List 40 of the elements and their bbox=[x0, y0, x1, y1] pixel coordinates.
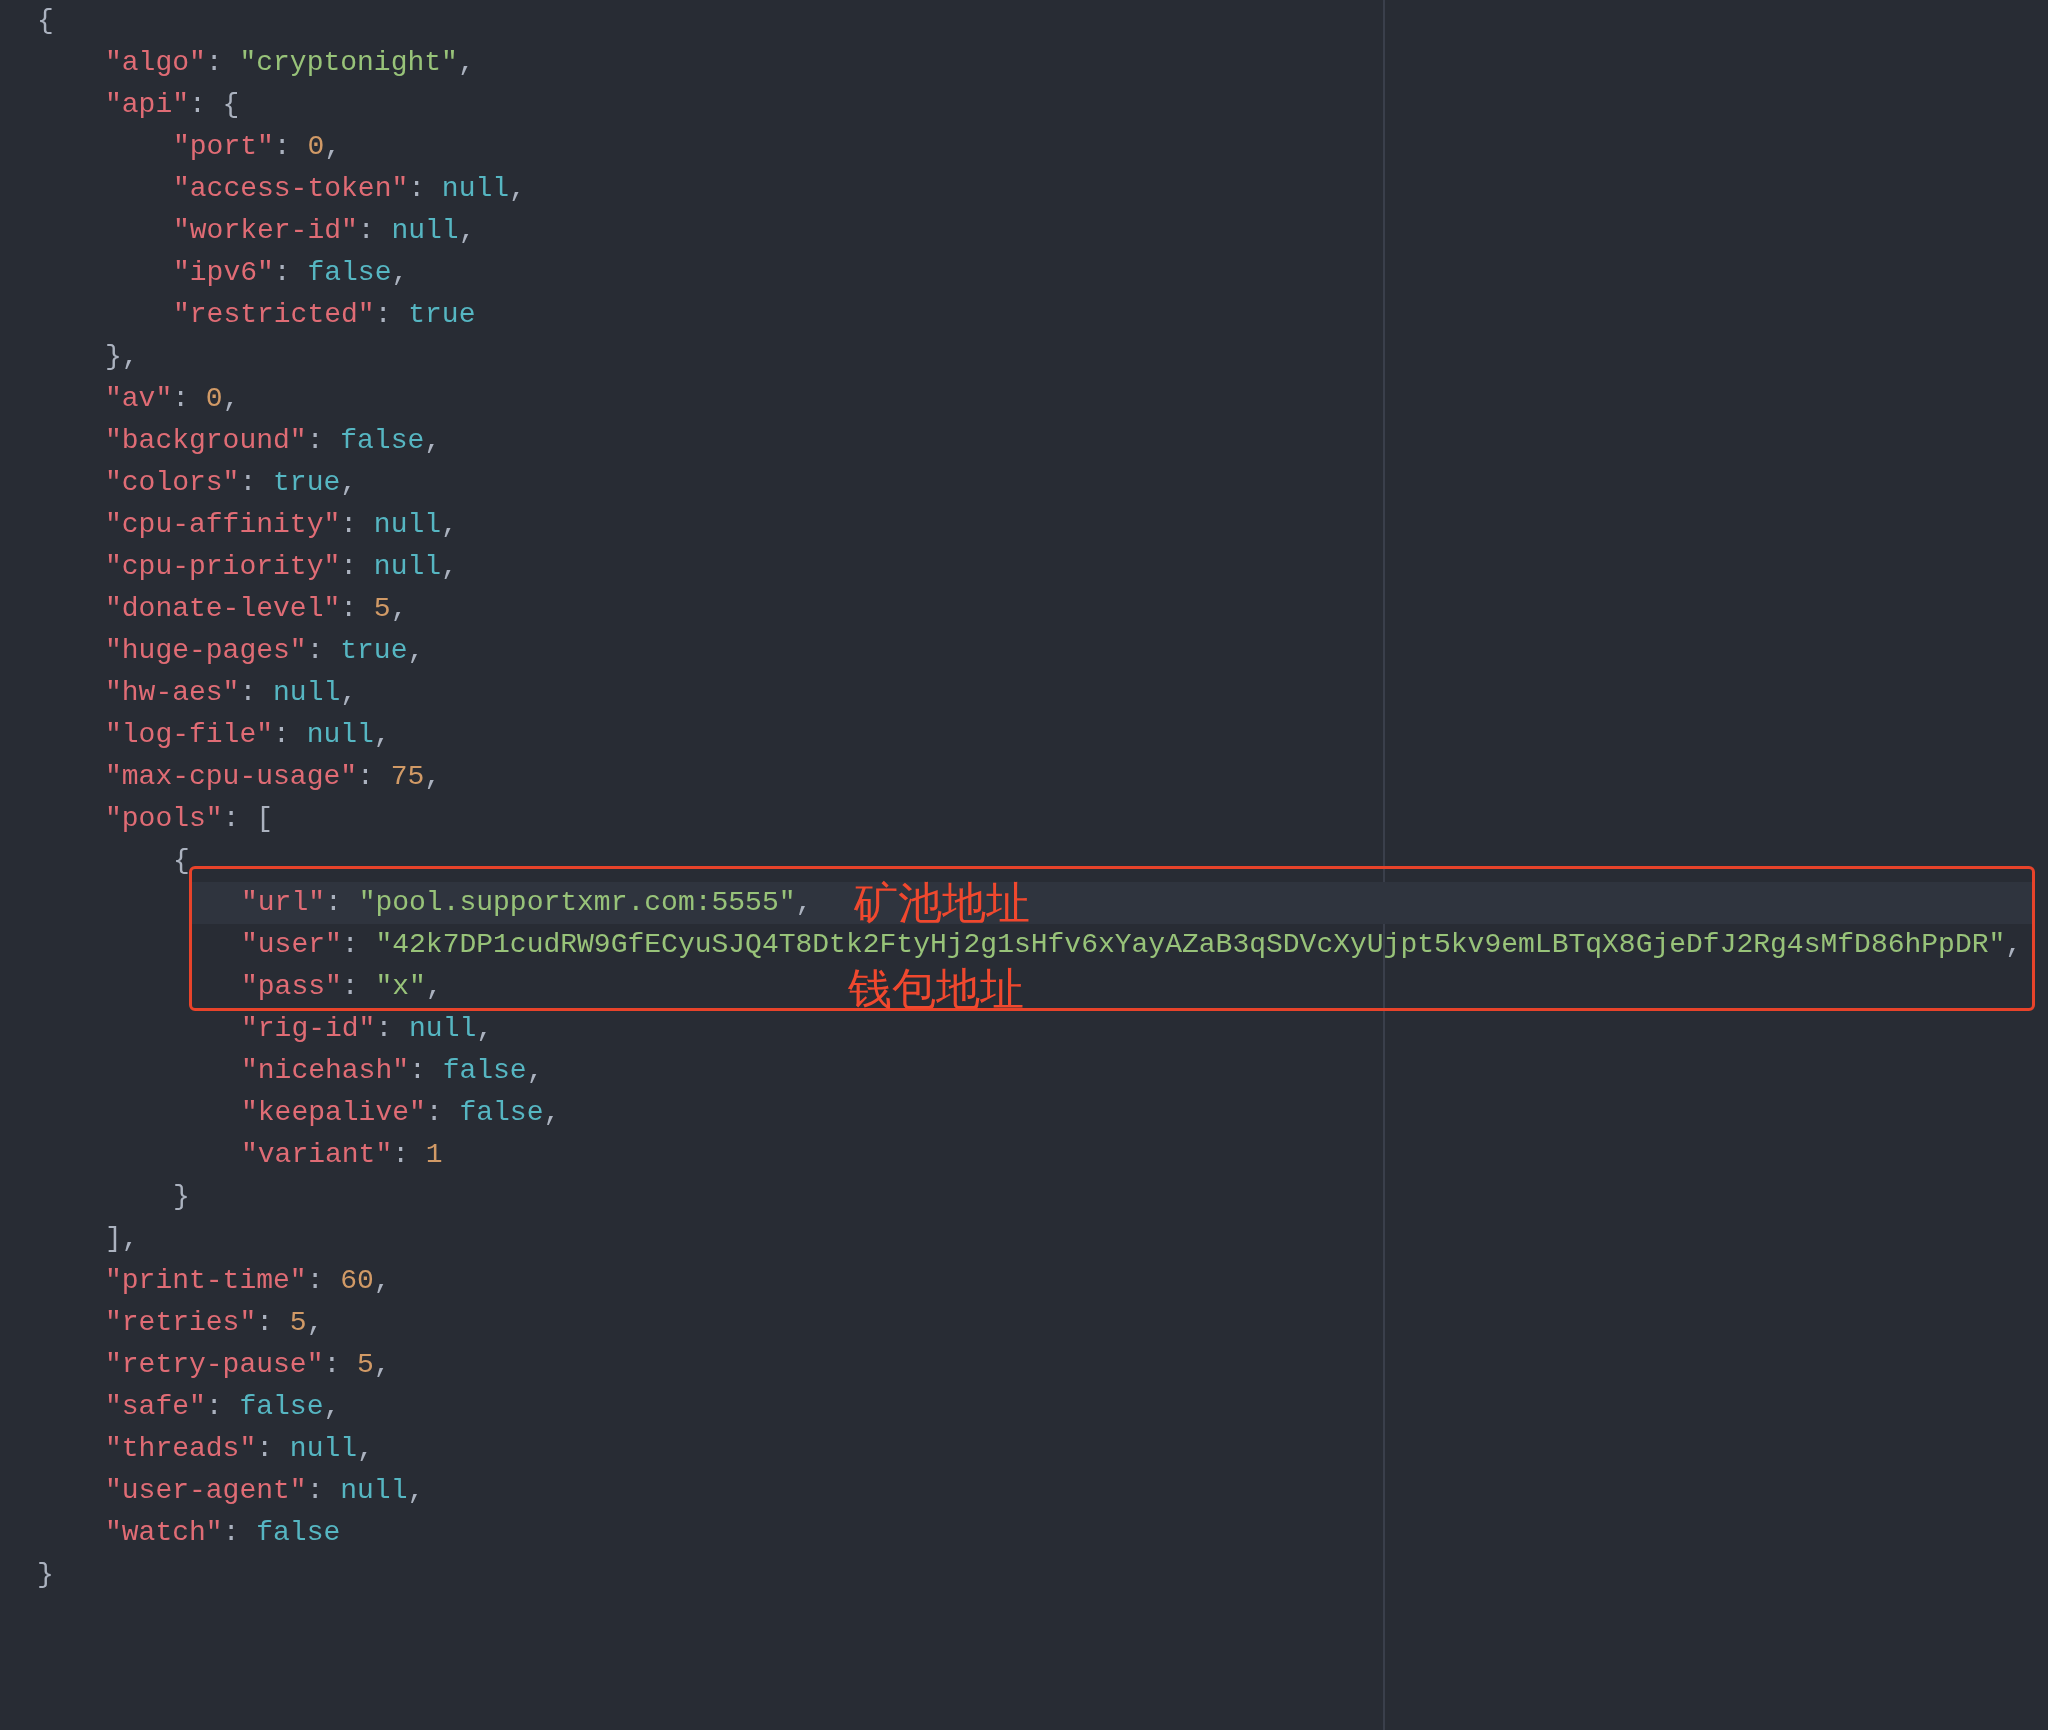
code-line: "restricted": true bbox=[172, 298, 477, 332]
annotation-label: 矿池地址 bbox=[854, 878, 1030, 928]
code-line: "nicehash": false, bbox=[240, 1054, 545, 1088]
code-line: { bbox=[172, 844, 191, 878]
code-line: "ipv6": false, bbox=[172, 256, 410, 290]
code-line: "cpu-affinity": null, bbox=[104, 508, 459, 542]
code-line: "background": false, bbox=[104, 424, 443, 458]
code-line: "retry-pause": 5, bbox=[104, 1348, 392, 1382]
code-line: "keepalive": false, bbox=[240, 1096, 562, 1130]
code-line: "hw-aes": null, bbox=[104, 676, 359, 710]
annotation-label: 钱包地址 bbox=[848, 964, 1024, 1014]
code-line: "threads": null, bbox=[104, 1432, 375, 1466]
code-line: "worker-id": null, bbox=[172, 214, 477, 248]
code-line: "cpu-priority": null, bbox=[104, 550, 459, 584]
code-line: "algo": "cryptonight", bbox=[104, 46, 476, 80]
code-line: } bbox=[172, 1180, 191, 1214]
code-line: }, bbox=[104, 340, 140, 374]
code-line: "safe": false, bbox=[104, 1390, 342, 1424]
code-line: "rig-id": null, bbox=[240, 1012, 495, 1046]
code-line: "donate-level": 5, bbox=[104, 592, 409, 626]
code-line: "url": "pool.supportxmr.com:5555", bbox=[241, 886, 813, 920]
code-line: "log-file": null, bbox=[104, 718, 392, 752]
code-line: "user": "42k7DP1cudRW9GfECyuSJQ4T8Dtk2FtyHj2g1sHfv6xYayAZaB3qSDVcXyUjpt5kv9emLBTqX8GjeDfJ2Rg4sMfD86hPpDR", bbox=[241, 928, 2023, 962]
code-line: "watch": false bbox=[104, 1516, 342, 1550]
code-line: "port": 0, bbox=[172, 130, 343, 164]
code-line: "access-token": null, bbox=[172, 172, 527, 206]
code-line: "variant": 1 bbox=[240, 1138, 444, 1172]
code-line: { bbox=[37, 4, 55, 38]
code-line: "max-cpu-usage": 75, bbox=[104, 760, 443, 794]
code-line: "huge-pages": true, bbox=[104, 634, 426, 668]
code-line: "pass": "x", bbox=[241, 970, 443, 1004]
code-line: "print-time": 60, bbox=[104, 1264, 392, 1298]
code-line: } bbox=[37, 1558, 55, 1592]
code-line: ], bbox=[104, 1222, 140, 1256]
code-line: "user-agent": null, bbox=[104, 1474, 426, 1508]
code-line: "av": 0, bbox=[104, 382, 241, 416]
code-line: "retries": 5, bbox=[104, 1306, 325, 1340]
code-line: "pools": [ bbox=[104, 802, 275, 836]
code-line: "api": { bbox=[104, 88, 241, 122]
code-line: "colors": true, bbox=[104, 466, 359, 500]
